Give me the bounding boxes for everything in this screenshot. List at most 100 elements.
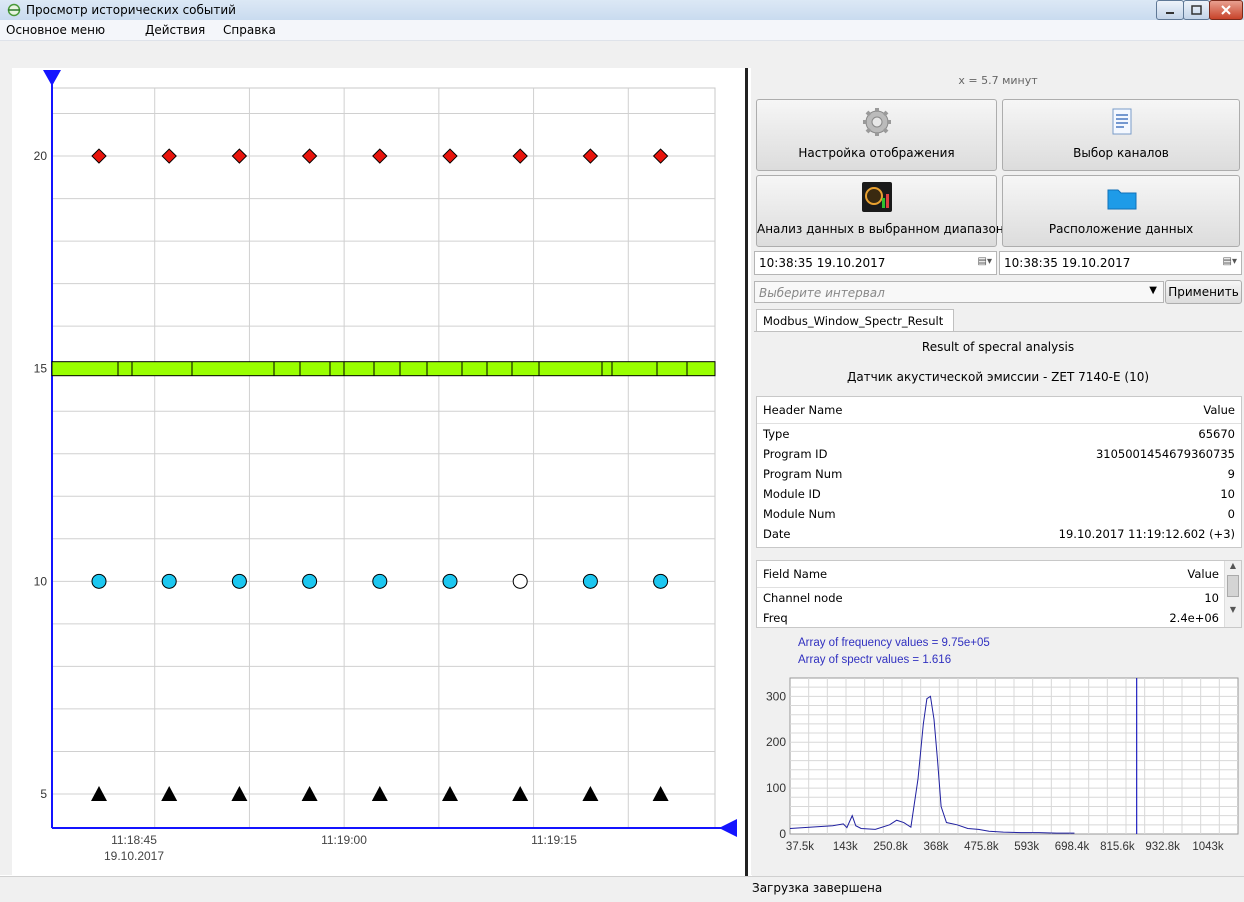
table-header-row: Field Name Value [757, 561, 1225, 588]
right-panel: x = 5.7 минут Настройка отображения Выбо… [752, 68, 1244, 877]
x-tick-label: 593k [1014, 841, 1039, 853]
panel-splitter[interactable] [745, 68, 751, 876]
row-value: 3105001454679360735 [1095, 447, 1235, 461]
table-row[interactable]: Date 19.10.2017 11:19:12.602 (+3) [757, 524, 1241, 544]
folder-icon [1107, 189, 1137, 210]
range-end-marker [719, 819, 737, 837]
table-row[interactable]: Program ID 3105001454679360735 [757, 444, 1241, 464]
chevron-down-icon[interactable]: ▼ [1149, 285, 1157, 296]
document-icon [1112, 108, 1132, 135]
table-row[interactable]: Type 65670 [757, 424, 1241, 445]
table-row[interactable]: Freq 2.4e+06 [757, 608, 1225, 627]
date-to-value: 10:38:35 19.10.2017 [1004, 256, 1131, 270]
date-to-field[interactable]: 10:38:35 19.10.2017 ▤▾ [999, 251, 1242, 275]
table-row[interactable]: Program Num 9 [757, 464, 1241, 484]
table-row[interactable]: Module Num 0 [757, 504, 1241, 524]
row-value: 19.10.2017 11:19:12.602 (+3) [1058, 527, 1235, 541]
analysis-button[interactable]: Анализ данных в выбранном диапазоне [756, 175, 1012, 247]
row-name: Channel node [763, 591, 843, 605]
x-tick-label: 932.8k [1145, 841, 1180, 853]
x-tick-label: 11:19:15 [531, 833, 577, 847]
scroll-thumb[interactable] [1227, 575, 1239, 597]
table-row[interactable]: Module ID 10 [757, 484, 1241, 504]
channel-select-label: Выбор каналов [1073, 146, 1169, 160]
date-from-value: 10:38:35 19.10.2017 [759, 256, 886, 270]
event-bar [51, 361, 716, 377]
circle-marker [653, 573, 669, 589]
title-bar: Просмотр исторических событий [0, 0, 1244, 21]
row-value: 0 [1227, 507, 1235, 521]
field-table: Field Name Value Channel node 10 Freq 2.4e+06… [756, 560, 1242, 628]
circle-marker [442, 573, 458, 589]
row-name: Date [763, 527, 791, 541]
y-tick-label: 20 [34, 149, 48, 163]
status-bar [0, 876, 1244, 902]
events-plot[interactable]: 20 15 10 5 11:18:45 19.10.2017 11:19:00 11:19:1… [12, 68, 745, 876]
data-location-button[interactable]: Расположение данных [1002, 175, 1240, 247]
spectrum-annotation: Array of spectr values = 1.616 [798, 654, 951, 666]
x-tick-label: 143k [833, 841, 858, 853]
y-tick-label: 5 [40, 787, 47, 801]
result-title: Result of specral analysis [921, 340, 1075, 354]
close-button[interactable] [1209, 0, 1243, 20]
x-readout: x = 5.7 минут [958, 74, 1038, 87]
table-header-row: Header Name Value [757, 397, 1241, 424]
minimize-button[interactable] [1156, 0, 1184, 20]
column-header: Field Name [757, 561, 1037, 588]
minimize-icon [1166, 12, 1174, 14]
x-tick-label: 475.8k [964, 841, 999, 853]
chevron-up-icon[interactable]: ▲ [1225, 561, 1241, 575]
events-chart[interactable]: 20 15 10 5 11:18:45 19.10.2017 11:19:00 11:19:1… [12, 68, 745, 876]
row-value: 65670 [1198, 427, 1235, 441]
calendar-icon[interactable]: ▤▾ [1223, 256, 1237, 267]
interval-placeholder: Выберите интервал [759, 286, 885, 300]
y-tick-label: 200 [766, 735, 786, 749]
display-settings-button[interactable]: Настройка отображения [756, 99, 997, 171]
x-tick-label: 250.8k [873, 841, 908, 853]
field-table-scrollbar[interactable]: ▲ ▼ [1224, 561, 1241, 627]
circle-marker [161, 573, 177, 589]
close-icon [1221, 5, 1231, 15]
channel-select-button[interactable]: Выбор каналов [1002, 99, 1240, 171]
table-row[interactable]: Channel node 10 [757, 588, 1225, 609]
data-location-label: Расположение данных [1048, 222, 1194, 236]
row-name: Module Num [763, 507, 836, 521]
analysis-icon [862, 182, 892, 212]
tab-spectr-result[interactable]: Modbus_Window_Spectr_Result [756, 309, 954, 332]
row-value: 10 [1204, 591, 1219, 605]
calendar-icon[interactable]: ▤▾ [978, 256, 992, 267]
y-tick-label: 0 [779, 827, 786, 841]
spectrum-chart[interactable]: Array of frequency values = 9.75e+05 Arra… [752, 632, 1244, 876]
header-table: Header Name Value Type 65670 Program ID 31050… [756, 396, 1242, 548]
x-tick-label: 368k [924, 841, 949, 853]
menu-actions[interactable]: Действия [145, 23, 205, 37]
column-header: Value [1036, 561, 1225, 588]
row-name: Program Num [763, 467, 843, 481]
interval-select[interactable]: Выберите интервал ▼ [754, 281, 1164, 303]
maximize-button[interactable] [1183, 0, 1210, 20]
window-title: Просмотр исторических событий [26, 3, 236, 17]
menu-help[interactable]: Справка [223, 23, 276, 37]
menu-main[interactable]: Основное меню [6, 23, 105, 37]
date-from-field[interactable]: 10:38:35 19.10.2017 ▤▾ [754, 251, 997, 275]
column-header: Header Name [757, 397, 916, 424]
row-value: 9 [1227, 467, 1235, 481]
app-icon [7, 3, 21, 17]
x-tick-date: 19.10.2017 [104, 849, 164, 863]
apply-button[interactable]: Применить [1165, 280, 1242, 304]
row-value: 2.4e+06 [1169, 611, 1219, 625]
status-text: Загрузка завершена [752, 881, 883, 895]
circle-marker [231, 573, 247, 589]
row-name: Program ID [763, 447, 828, 461]
analysis-label: Анализ данных в выбранном диапазоне [757, 222, 1012, 236]
chevron-down-icon[interactable]: ▼ [1225, 605, 1241, 614]
y-tick-label: 15 [34, 362, 48, 376]
x-tick-label: 11:18:45 [111, 833, 157, 847]
circle-marker [302, 573, 318, 589]
maximize-icon [1191, 5, 1202, 15]
column-header: Value [915, 397, 1241, 424]
sensor-name: Датчик акустической эмиссии - ZET 7140-E… [846, 370, 1150, 384]
row-name: Freq [763, 611, 788, 625]
circle-marker [91, 573, 107, 589]
x-tick-label: 698.4k [1055, 841, 1090, 853]
